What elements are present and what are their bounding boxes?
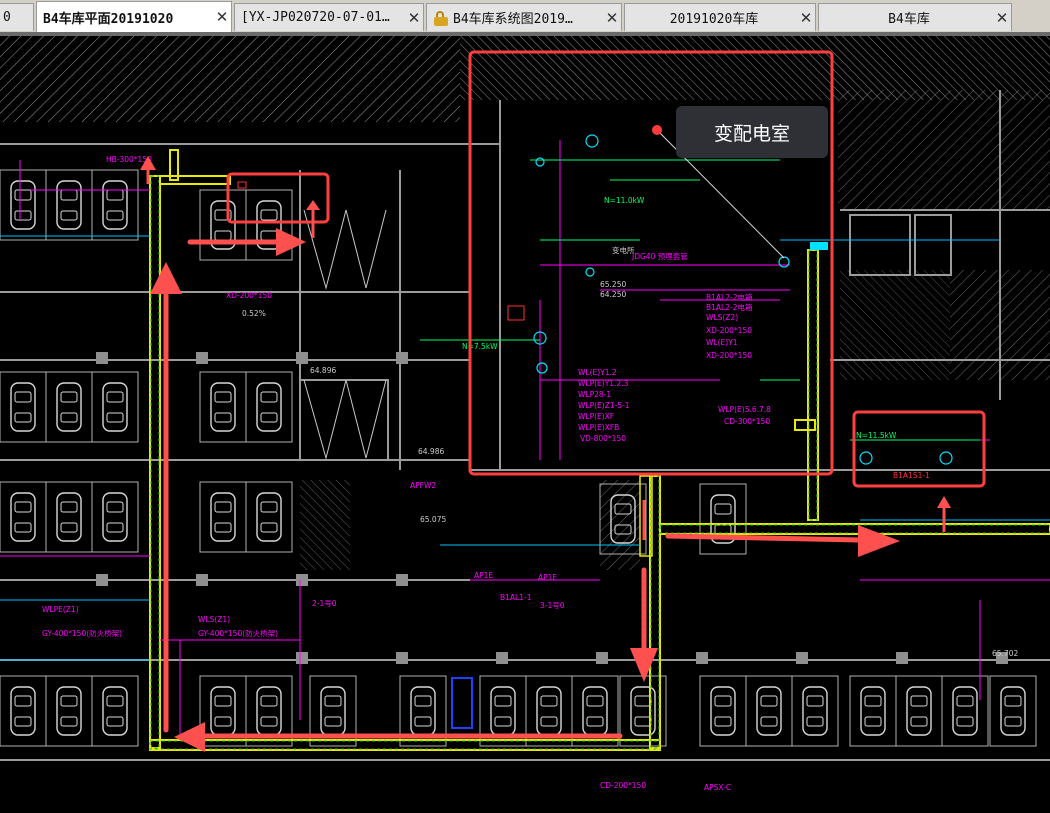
arrow-heads	[140, 156, 951, 752]
cad-label: WLP(E)XFB	[578, 423, 619, 432]
wall-hatch-zone	[840, 270, 950, 380]
cad-label: CD-200*150	[600, 781, 646, 790]
cad-label: B1AL2-2电箱	[706, 292, 753, 302]
cad-label: WLP(E)Y1.2.3	[578, 379, 629, 388]
cad-label: B1A1S1-1	[893, 471, 930, 480]
cad-label: B1AL1-1	[500, 593, 532, 602]
cad-label: WLS(Z2)	[706, 313, 738, 322]
tab-b4-garage[interactable]: B4车库 ✕	[818, 3, 1012, 31]
cad-label: CD-300*150	[724, 417, 770, 426]
cad-label: XD-200*150	[226, 291, 272, 300]
tab-label: B4车库	[888, 12, 930, 27]
callout-anchor-dot[interactable]	[652, 125, 662, 135]
cad-label: WL(E)Y1	[706, 338, 738, 347]
cad-label: WLPE(Z1)	[42, 605, 79, 614]
columns	[96, 352, 1008, 664]
cad-label: GY-400*150(防火桥架)	[198, 628, 278, 638]
small-arrow-stems	[146, 170, 946, 540]
tab-yx-jp[interactable]: [YX-JP020720-07-01… ✕	[234, 3, 424, 31]
cad-label: 0.52%	[242, 309, 266, 318]
wall-hatch-zone	[300, 480, 350, 570]
callout-substation-label[interactable]: 变配电室	[676, 106, 828, 158]
cad-label: N=7.5kW	[462, 342, 498, 351]
tab-0-label: 0	[3, 10, 11, 25]
tab-label: B4车库平面20191020	[43, 11, 174, 27]
callout-text: 变配电室	[713, 122, 790, 145]
tab-label: [YX-JP020720-07-01…	[241, 10, 390, 25]
cad-label: JDG40 预埋套管	[631, 251, 688, 261]
wall-hatch-zone	[460, 32, 1050, 100]
cad-label: 64.896	[310, 366, 336, 375]
cad-label: APFW2	[410, 481, 436, 490]
wall-hatch-zone	[0, 32, 460, 122]
cad-label: WLP28-1	[578, 390, 611, 399]
cad-label: N=11.5kW	[856, 431, 897, 440]
cad-label: WLS(Z1)	[198, 615, 230, 624]
ramp-marks	[303, 209, 387, 460]
close-icon[interactable]: ✕	[797, 9, 815, 27]
cad-label: AP1E	[538, 573, 557, 582]
blue-box	[451, 677, 473, 729]
cad-label: AP1E	[474, 571, 493, 580]
cyan-marker	[810, 242, 828, 250]
route-arrows	[163, 239, 863, 739]
cad-label: WL(E)Y1.2	[578, 368, 617, 377]
cad-label: B1AL2-2电箱	[706, 302, 753, 312]
tab-b4-system[interactable]: B4车库系统图2019… ✕	[426, 3, 622, 31]
cad-label: APSX-C	[704, 783, 731, 792]
cad-label: GY-400*150(防火桥架)	[42, 628, 122, 638]
cad-label: VD-800*150	[580, 434, 626, 443]
cad-label: WLP(E)XF	[578, 412, 614, 421]
wall-hatch-zone	[838, 90, 1050, 210]
cad-drawing-canvas[interactable]: N=11.0kW N=7.5kW JDG40 预埋套管 变电所 65.250 6…	[0, 32, 1050, 813]
cad-label: N=11.0kW	[604, 196, 645, 205]
cad-label: WLP(E)Z1-5-1	[578, 401, 630, 410]
cad-label: 64.250	[600, 290, 626, 299]
tab-20191020-garage[interactable]: 20191020车库 ✕	[624, 3, 816, 31]
close-icon[interactable]: ✕	[993, 9, 1011, 27]
close-icon[interactable]: ✕	[603, 9, 621, 27]
cad-label: 3-1号0	[540, 601, 565, 610]
cad-label: 64.986	[418, 447, 444, 456]
cad-label: 变电所	[612, 245, 635, 255]
cad-label: XD-200*150	[706, 351, 752, 360]
tab-b4-garage-plan[interactable]: B4车库平面20191020 ✕	[36, 1, 232, 32]
tab-label: B4车库系统图2019…	[453, 12, 573, 27]
tab-0[interactable]: 0	[0, 3, 34, 31]
cad-label: WLP(E)5.6.7.8	[718, 405, 771, 414]
lock-icon	[433, 10, 449, 26]
cad-label: XD-200*150	[706, 326, 752, 335]
cad-label: 2-1号0	[312, 599, 337, 608]
document-tab-bar: 0 B4车库平面20191020 ✕ [YX-JP020720-07-01… ✕…	[0, 0, 1050, 33]
cad-label: 65.702	[992, 649, 1018, 658]
cad-label: 65.250	[600, 280, 626, 289]
close-icon[interactable]: ✕	[405, 9, 423, 27]
cad-label: 65.075	[420, 515, 446, 524]
close-icon[interactable]: ✕	[213, 8, 231, 26]
tab-label: 20191020车库	[669, 12, 759, 27]
